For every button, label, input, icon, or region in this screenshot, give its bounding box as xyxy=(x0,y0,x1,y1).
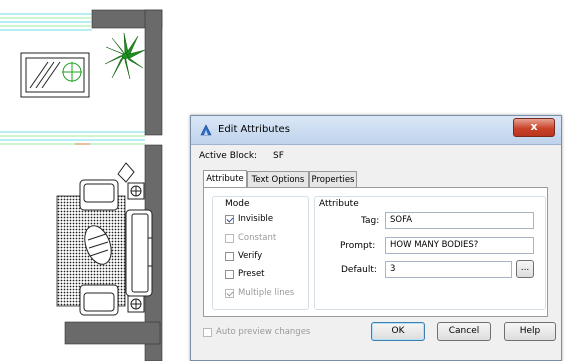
tab-attribute[interactable]: Attribute xyxy=(203,170,247,187)
default-label: Default: xyxy=(341,265,377,275)
constant-label: Constant xyxy=(238,233,277,243)
tag-label: Tag: xyxy=(361,216,380,226)
default-browse-button[interactable]: ... xyxy=(516,260,534,278)
active-block-value: SF xyxy=(273,151,284,161)
verify-label: Verify xyxy=(238,251,263,261)
window-lines-top xyxy=(0,13,92,31)
active-block-label: Active Block: xyxy=(199,151,258,161)
default-field[interactable]: 3 xyxy=(385,261,512,278)
preset-label: Preset xyxy=(238,269,265,279)
close-button[interactable]: x xyxy=(513,118,555,137)
invisible-checkbox[interactable] xyxy=(225,215,234,224)
auto-preview-checkbox xyxy=(203,328,212,337)
tab-text-options[interactable]: Text Options xyxy=(247,171,309,187)
prompt-label: Prompt: xyxy=(340,241,376,251)
window-lines-middle xyxy=(0,131,145,145)
ok-button[interactable]: OK xyxy=(371,322,425,341)
help-button[interactable]: Help xyxy=(504,322,556,341)
dialog-title-bar[interactable]: Edit Attributes x xyxy=(191,116,561,145)
constant-checkbox xyxy=(225,234,234,243)
tab-properties[interactable]: Properties xyxy=(309,171,357,187)
prompt-field[interactable]: HOW MANY BODIES? xyxy=(385,237,534,254)
mode-heading: Mode xyxy=(225,199,250,209)
tag-field[interactable]: SOFA xyxy=(385,212,534,229)
invisible-label: Invisible xyxy=(238,214,274,224)
attribute-tab-panel: Mode Invisible Constant Verify Preset Mu… xyxy=(203,187,548,317)
multiple-lines-checkbox xyxy=(225,289,234,298)
dialog-title: Edit Attributes xyxy=(218,124,290,135)
side-table-with-lamp xyxy=(20,52,90,98)
cancel-button[interactable]: Cancel xyxy=(437,322,491,341)
multiple-lines-label: Multiple lines xyxy=(238,288,295,298)
autocad-app-icon xyxy=(200,124,212,136)
auto-preview-label: Auto preview changes xyxy=(216,327,311,337)
preset-checkbox[interactable] xyxy=(225,270,234,279)
verify-checkbox[interactable] xyxy=(225,252,234,261)
potted-plant xyxy=(104,32,146,80)
edit-attributes-dialog: Edit Attributes x Active Block: SF Attri… xyxy=(190,115,562,361)
attribute-heading: Attribute xyxy=(319,199,359,209)
